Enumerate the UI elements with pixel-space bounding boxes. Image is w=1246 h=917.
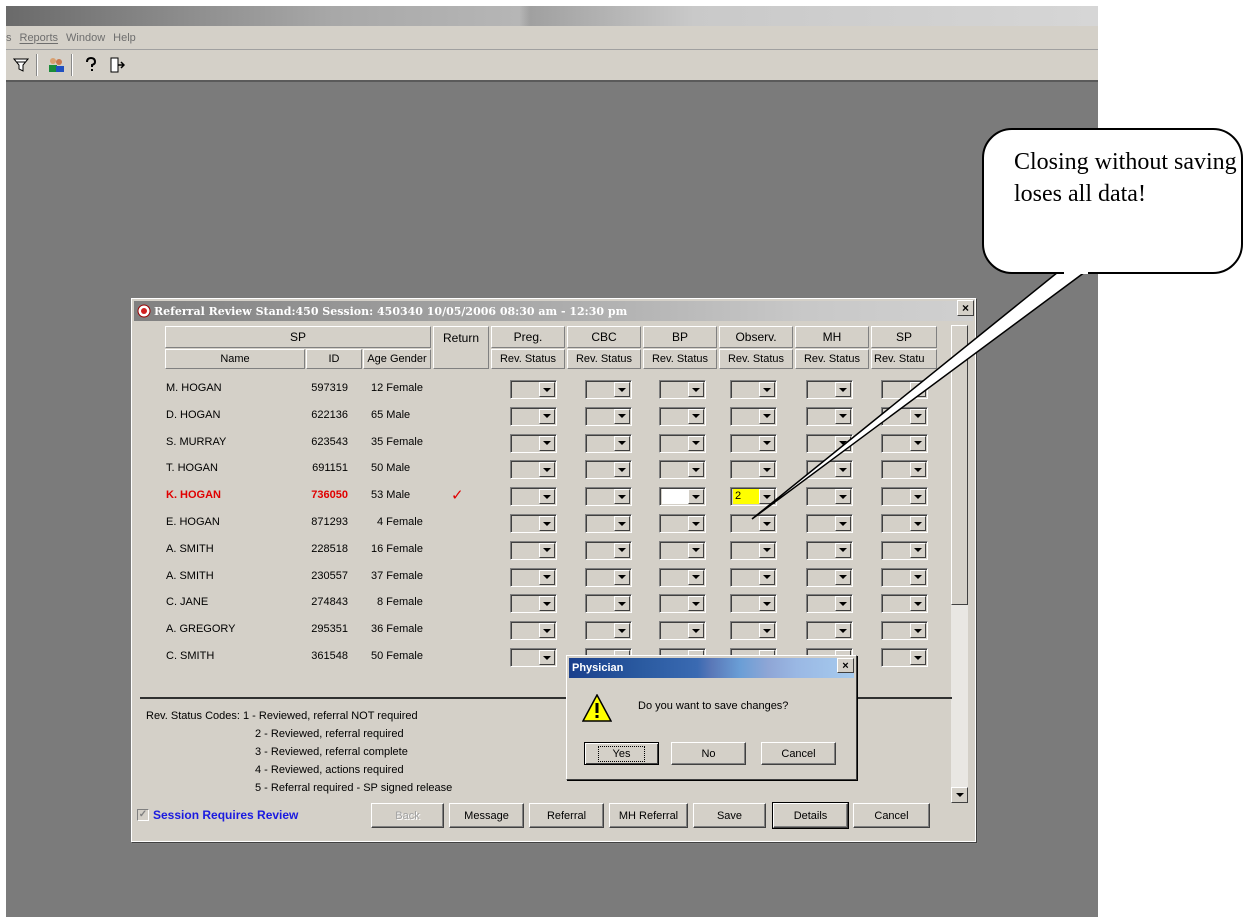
callout-pointer-joint [1064, 270, 1088, 274]
